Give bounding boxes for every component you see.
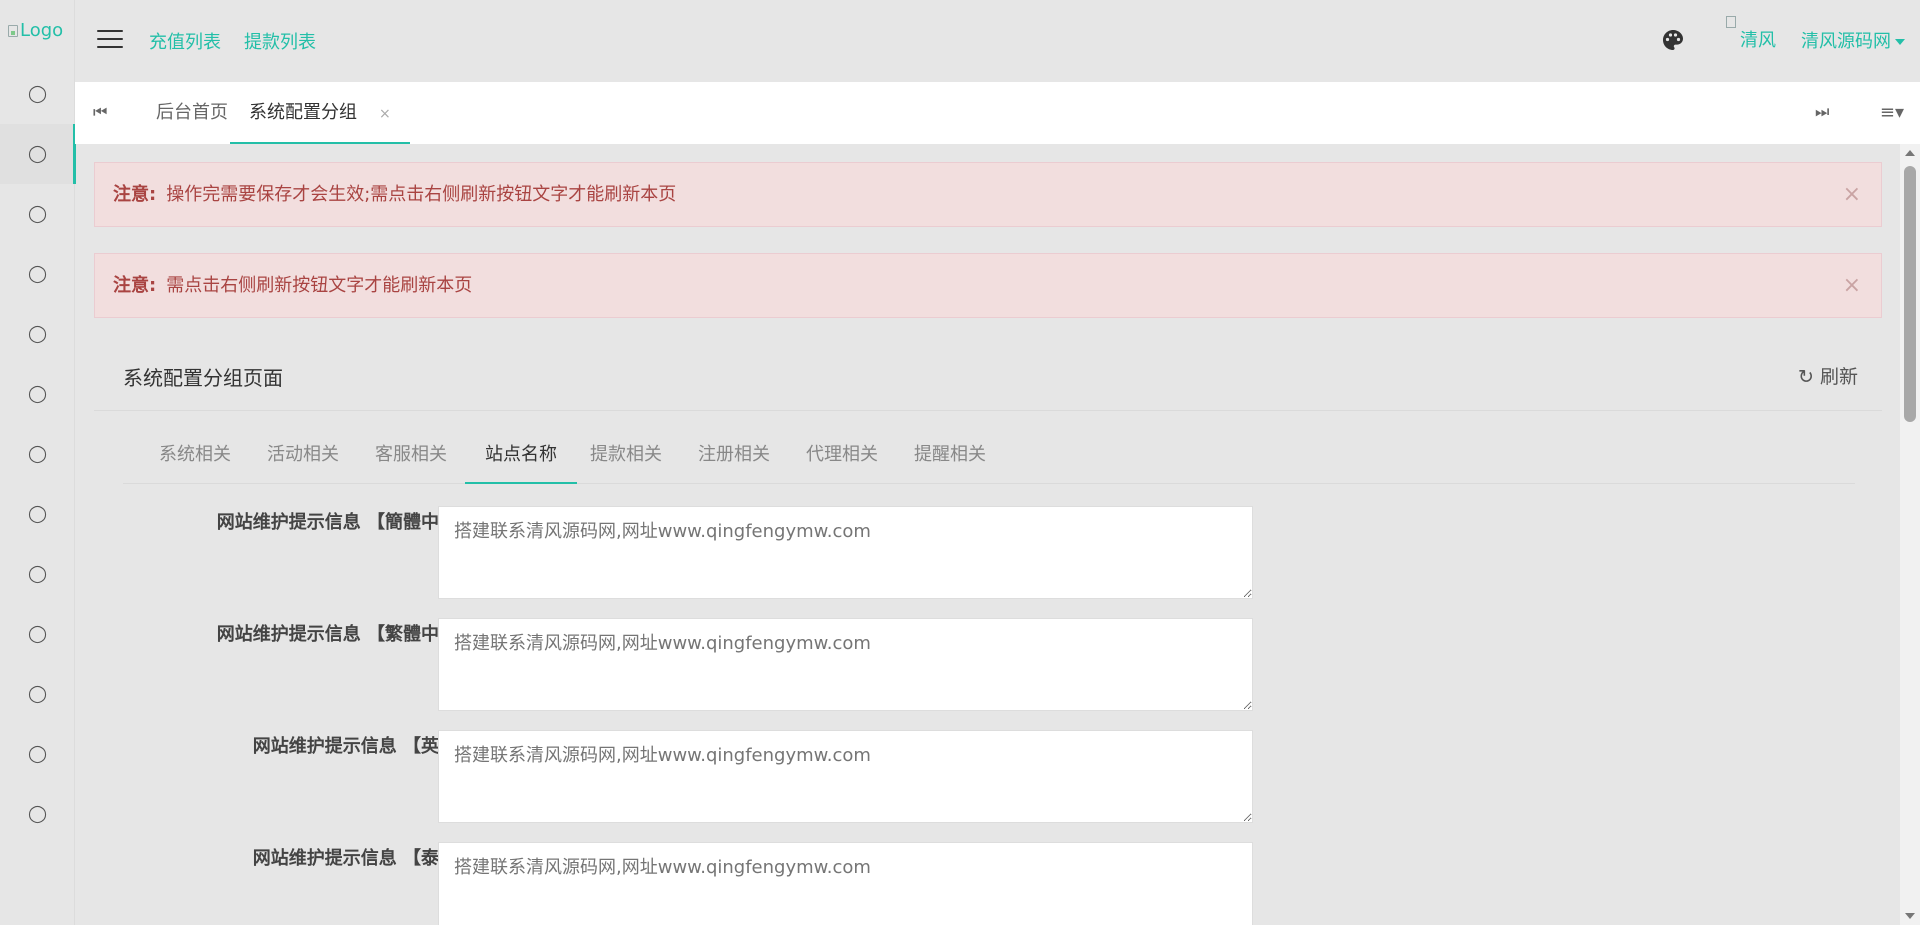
config-group-tabs: 系统相关 活动相关 客服相关 站点名称 提款相关 注册相关 代理相关 提醒相关 — [123, 426, 1855, 484]
sidebar-item-12[interactable]: ◯ — [0, 724, 75, 784]
main-content: 注意: 操作完需要保存才会生效;需点击右侧刷新按钮文字才能刷新本页 × 注意: 需点… — [75, 144, 1900, 925]
alert-text: 操作完需要保存才会生效;需点击右侧刷新按钮文字才能刷新本页 — [166, 184, 677, 205]
tab-scroll-right-icon[interactable]: ⏭ — [1815, 102, 1829, 122]
sidebar-item-6[interactable]: ◯ — [0, 364, 75, 424]
palette-icon[interactable] — [1661, 28, 1685, 52]
user-avatar-alt: 清风 — [1740, 30, 1776, 51]
refresh-icon: ↻ — [1798, 366, 1814, 388]
alert-close-icon[interactable]: × — [1843, 254, 1861, 317]
tab-close-icon[interactable]: × — [379, 106, 391, 122]
subtab-register[interactable]: 注册相关 — [680, 426, 788, 484]
circle-o-icon: ◯ — [27, 504, 48, 524]
tab-label: 后台首页 — [156, 102, 228, 123]
subtab-activity[interactable]: 活动相关 — [249, 426, 357, 484]
tab-scroll-left-icon[interactable]: ⏮ — [93, 102, 107, 122]
circle-o-icon: ◯ — [27, 84, 48, 104]
sidebar-item-11[interactable]: ◯ — [0, 664, 75, 724]
circle-o-icon: ◯ — [27, 204, 48, 224]
circle-o-icon: ◯ — [27, 804, 48, 824]
user-avatar[interactable]: 清风 — [1726, 14, 1776, 51]
logo[interactable]: Logo — [8, 20, 63, 41]
circle-o-icon: ◯ — [27, 624, 48, 644]
sidebar-item-10[interactable]: ◯ — [0, 604, 75, 664]
sidebar-item-13[interactable]: ◯ — [0, 784, 75, 844]
refresh-label: 刷新 — [1819, 366, 1858, 388]
sidebar-item-9[interactable]: ◯ — [0, 544, 75, 604]
tab-system-config[interactable]: 系统配置分组 × — [230, 82, 410, 144]
panel-title: 系统配置分组页面 — [123, 366, 283, 390]
menu-toggle-icon[interactable] — [97, 30, 123, 50]
page-tab-bar: ⏮ 后台首页 系统配置分组 × ⏭ ≡▾ — [75, 82, 1920, 144]
logo-alt-text: Logo — [20, 20, 64, 41]
divider — [94, 410, 1882, 411]
subtab-agent[interactable]: 代理相关 — [788, 426, 896, 484]
alert-label: 注意: — [113, 275, 157, 296]
field-label: 网站维护提示信息 【泰文】 — [252, 848, 475, 869]
sidebar-item-8[interactable]: ◯ — [0, 484, 75, 544]
sidebar-item-7[interactable]: ◯ — [0, 424, 75, 484]
broken-image-icon — [8, 24, 18, 37]
broken-image-icon — [1726, 16, 1736, 28]
maintenance-msg-en-input[interactable] — [438, 730, 1253, 823]
circle-o-icon: ◯ — [27, 744, 48, 764]
maintenance-msg-zh-hant-input[interactable] — [438, 618, 1253, 711]
circle-o-icon: ◯ — [27, 144, 48, 164]
circle-o-icon: ◯ — [27, 564, 48, 584]
vertical-scrollbar[interactable] — [1900, 144, 1920, 925]
sidebar-item-4[interactable]: ◯ — [0, 244, 75, 304]
circle-o-icon: ◯ — [27, 444, 48, 464]
refresh-button[interactable]: ↻ 刷新 — [1798, 362, 1858, 389]
circle-o-icon: ◯ — [27, 264, 48, 284]
user-name: 清风源码网 — [1801, 31, 1891, 52]
maintenance-msg-th-input[interactable] — [438, 842, 1253, 925]
circle-o-icon: ◯ — [27, 684, 48, 704]
alert-close-icon[interactable]: × — [1843, 163, 1861, 226]
scroll-up-icon[interactable] — [1905, 150, 1915, 156]
field-label: 网站维护提示信息 【簡體中文】 — [216, 512, 475, 533]
sidebar-item-1[interactable]: ◯ — [0, 64, 75, 124]
subtab-withdraw[interactable]: 提款相关 — [572, 426, 680, 484]
subtab-system[interactable]: 系统相关 — [141, 426, 249, 484]
maintenance-msg-zh-hans-input[interactable] — [438, 506, 1253, 599]
subtab-site-name[interactable]: 站点名称 — [465, 426, 577, 484]
alert-notice-1: 注意: 操作完需要保存才会生效;需点击右侧刷新按钮文字才能刷新本页 × — [94, 162, 1882, 227]
sidebar: Logo ◯ ◯ ◯ ◯ ◯ ◯ ◯ ◯ ◯ ◯ ◯ ◯ ◯ — [0, 0, 76, 925]
circle-o-icon: ◯ — [27, 384, 48, 404]
field-label: 网站维护提示信息 【繁體中文】 — [216, 624, 475, 645]
sidebar-item-5[interactable]: ◯ — [0, 304, 75, 364]
field-label: 网站维护提示信息 【英文】 — [252, 736, 475, 757]
circle-o-icon: ◯ — [27, 324, 48, 344]
tab-home[interactable]: 后台首页 — [140, 82, 244, 144]
nav-link-withdraw-list[interactable]: 提款列表 — [244, 28, 316, 54]
alert-text: 需点击右侧刷新按钮文字才能刷新本页 — [166, 275, 473, 296]
alert-label: 注意: — [113, 184, 157, 205]
sidebar-item-2[interactable]: ◯ — [0, 124, 76, 184]
subtab-customer-service[interactable]: 客服相关 — [357, 426, 465, 484]
caret-down-icon — [1895, 39, 1905, 45]
alert-notice-2: 注意: 需点击右侧刷新按钮文字才能刷新本页 × — [94, 253, 1882, 318]
tab-label: 系统配置分组 — [249, 102, 357, 123]
scroll-down-icon[interactable] — [1905, 913, 1915, 919]
subtab-reminder[interactable]: 提醒相关 — [896, 426, 1004, 484]
scrollbar-thumb[interactable] — [1904, 166, 1916, 422]
top-header: 充值列表 提款列表 清风 清风源码网 — [75, 0, 1920, 82]
sidebar-menu: ◯ ◯ ◯ ◯ ◯ ◯ ◯ ◯ ◯ ◯ ◯ ◯ ◯ — [0, 64, 76, 844]
tab-menu-icon[interactable]: ≡▾ — [1880, 102, 1904, 123]
user-menu[interactable]: 清风源码网 — [1801, 27, 1905, 53]
sidebar-item-3[interactable]: ◯ — [0, 184, 75, 244]
nav-link-recharge-list[interactable]: 充值列表 — [149, 28, 221, 54]
